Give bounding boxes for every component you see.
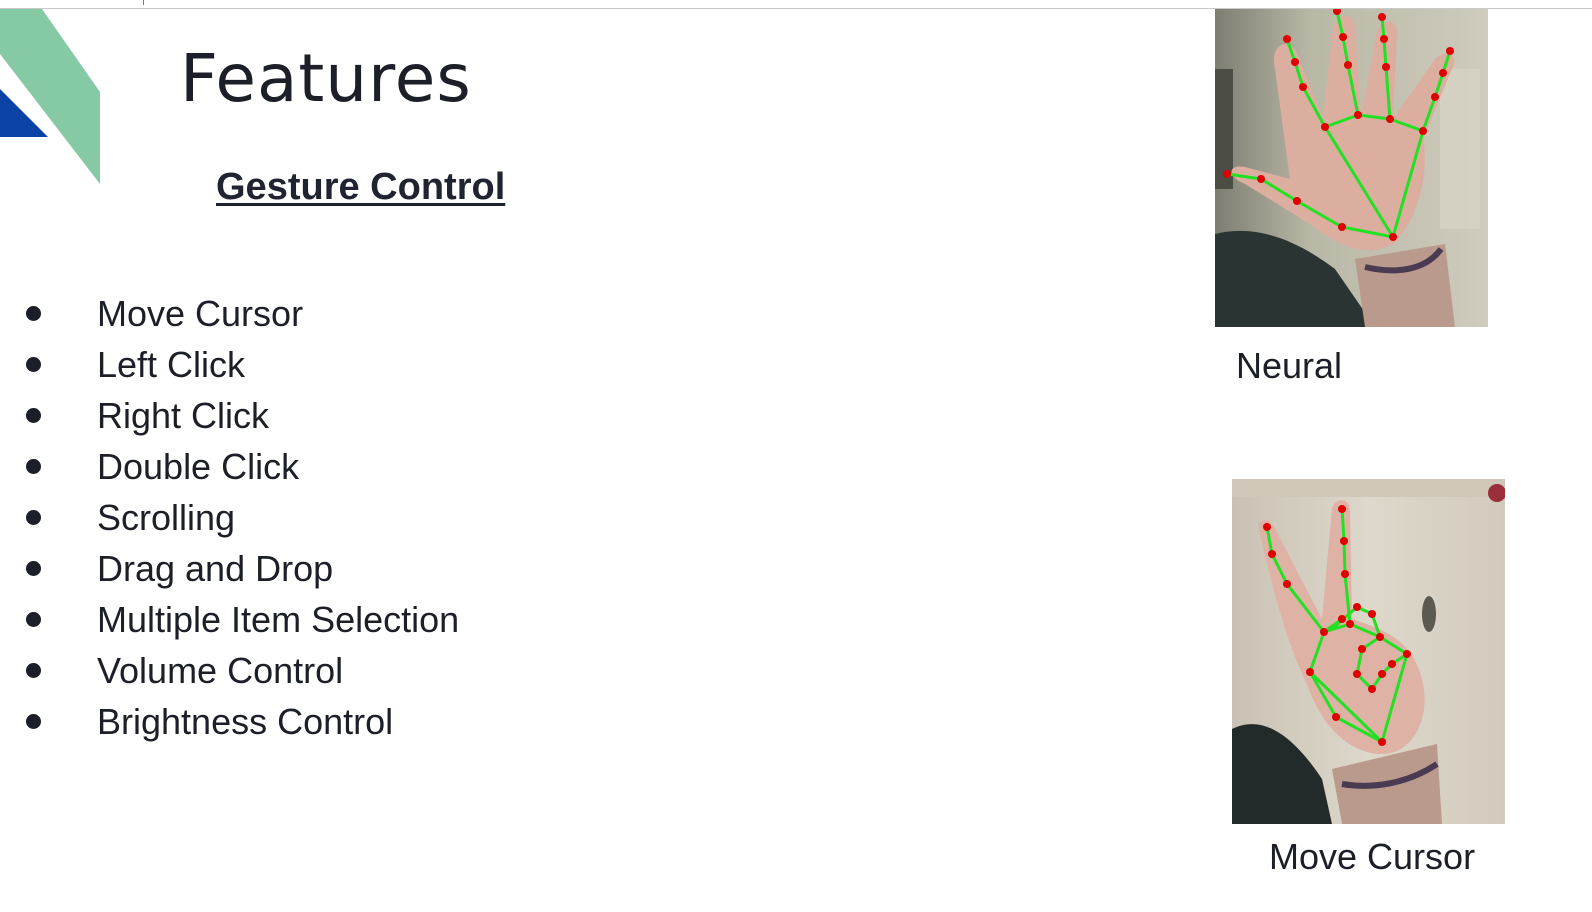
neural-caption: Neural xyxy=(1236,345,1343,386)
feature-label: Scrolling xyxy=(97,497,236,538)
bullet-icon xyxy=(26,510,41,525)
move-cursor-caption: Move Cursor xyxy=(1269,836,1476,877)
bullet-icon xyxy=(26,714,41,729)
feature-label: Multiple Item Selection xyxy=(97,599,460,640)
feature-label: Double Click xyxy=(97,446,300,487)
corner-decoration xyxy=(0,9,100,184)
bullet-icon xyxy=(26,561,41,576)
bullet-icon xyxy=(26,612,41,627)
bullet-icon xyxy=(26,663,41,678)
feature-label: Volume Control xyxy=(97,650,344,691)
feature-label: Move Cursor xyxy=(97,293,304,334)
bullet-icon xyxy=(26,408,41,423)
neural-hand-image xyxy=(1215,9,1488,327)
slide-title: Features xyxy=(180,40,472,117)
bullet-icon xyxy=(26,357,41,372)
move-cursor-hand-image xyxy=(1232,479,1505,824)
deco-green-band xyxy=(0,9,100,184)
gesture-control-heading: Gesture Control xyxy=(216,166,506,208)
feature-label: Drag and Drop xyxy=(97,548,334,589)
bullet-icon xyxy=(26,306,41,321)
feature-label: Left Click xyxy=(97,344,246,385)
ruler-tick xyxy=(143,0,144,5)
feature-label: Right Click xyxy=(97,395,270,436)
bullet-icon xyxy=(26,459,41,474)
feature-label: Brightness Control xyxy=(97,701,394,742)
